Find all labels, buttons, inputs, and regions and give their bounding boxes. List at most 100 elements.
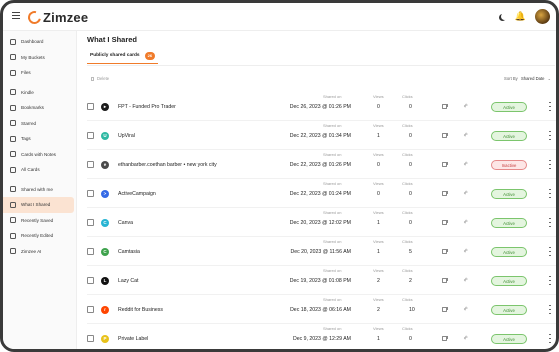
- row-checkbox[interactable]: [87, 306, 94, 313]
- sort-label: Sort By: [504, 76, 518, 81]
- open-external-icon[interactable]: [442, 103, 448, 109]
- sidebar-item-my-buckets[interactable]: My Buckets: [3, 50, 74, 66]
- open-external-icon[interactable]: [442, 219, 448, 225]
- views-value: 1: [377, 249, 380, 255]
- more-options-icon[interactable]: [547, 246, 553, 257]
- favicon-icon: r: [101, 305, 109, 314]
- status-toggle[interactable]: Inactive: [491, 160, 527, 170]
- row-checkbox[interactable]: [87, 161, 94, 168]
- sidebar-item-label: All Cards: [21, 167, 40, 173]
- card-title[interactable]: ActiveCampaign: [118, 191, 156, 197]
- more-options-icon[interactable]: [547, 217, 553, 228]
- sidebar-item-starred[interactable]: Starred: [3, 116, 74, 132]
- clicks-value: 2: [409, 278, 412, 284]
- open-external-icon[interactable]: [442, 306, 448, 312]
- table-row[interactable]: P Private Label Shared on Dec 9, 2023 @ 12:…: [87, 323, 556, 349]
- row-checkbox[interactable]: [87, 248, 94, 255]
- copy-link-icon[interactable]: ∞: [463, 160, 470, 167]
- sidebar-item-recently-saved[interactable]: Recently Saved: [3, 213, 74, 229]
- copy-link-icon[interactable]: ∞: [463, 305, 470, 312]
- views-label: Views: [373, 123, 384, 128]
- open-external-icon[interactable]: [442, 335, 448, 341]
- card-title[interactable]: Reddit for Business: [118, 307, 163, 313]
- sidebar-item-bookmarks[interactable]: Bookmarks: [3, 100, 74, 116]
- clicks-label: Clicks: [402, 181, 413, 186]
- row-checkbox[interactable]: [87, 132, 94, 139]
- more-options-icon[interactable]: [547, 159, 553, 170]
- more-options-icon[interactable]: [547, 304, 553, 315]
- row-checkbox[interactable]: [87, 190, 94, 197]
- open-external-icon[interactable]: [442, 277, 448, 283]
- shared-on-label: Shared on: [323, 239, 342, 244]
- table-row[interactable]: r Reddit for Business Shared on Dec 18, 202…: [87, 294, 556, 323]
- sidebar-item-cards-with-notes[interactable]: Cards with Notes: [3, 147, 74, 163]
- more-options-icon[interactable]: [547, 130, 553, 141]
- status-toggle[interactable]: Active: [491, 276, 527, 286]
- card-title[interactable]: FPT - Funded Pro Trader: [118, 104, 176, 110]
- row-checkbox[interactable]: [87, 277, 94, 284]
- copy-link-icon[interactable]: ∞: [463, 334, 470, 341]
- table-row[interactable]: U UpViral Shared on Dec 22, 2023 @ 01:34 PM…: [87, 120, 556, 149]
- sidebar-item-what-i-shared[interactable]: What I Shared: [3, 197, 74, 213]
- copy-link-icon[interactable]: ∞: [463, 102, 470, 109]
- status-toggle[interactable]: Active: [491, 102, 527, 112]
- card-title[interactable]: Canva: [118, 220, 133, 226]
- more-options-icon[interactable]: [547, 333, 553, 344]
- status-toggle[interactable]: Active: [491, 247, 527, 257]
- status-toggle[interactable]: Active: [491, 334, 527, 344]
- status-toggle[interactable]: Active: [491, 131, 527, 141]
- open-external-icon[interactable]: [442, 161, 448, 167]
- status-toggle[interactable]: Active: [491, 218, 527, 228]
- open-external-icon[interactable]: [442, 248, 448, 254]
- card-title[interactable]: Private Label: [118, 336, 148, 342]
- copy-link-icon[interactable]: ∞: [463, 247, 470, 254]
- sidebar-item-files[interactable]: Files: [3, 65, 74, 81]
- divider: [87, 65, 555, 66]
- notification-bell-icon[interactable]: 🔔: [515, 12, 526, 21]
- card-title[interactable]: Lazy Cat: [118, 278, 138, 284]
- table-row[interactable]: > ActiveCampaign Shared on Dec 22, 2023 @ 0…: [87, 178, 556, 207]
- copy-link-icon[interactable]: ∞: [463, 189, 470, 196]
- app-logo[interactable]: Zimzee: [25, 8, 88, 27]
- sort-dropdown[interactable]: Sort By Shared Date ⌄: [504, 76, 551, 81]
- status-toggle[interactable]: Active: [491, 189, 527, 199]
- dark-mode-icon[interactable]: [501, 13, 508, 20]
- sidebar-item-recently-edited[interactable]: Recently Edited: [3, 228, 74, 244]
- more-options-icon[interactable]: [547, 188, 553, 199]
- shared-on-value: Dec 9, 2023 @ 12:29 AM: [292, 336, 351, 342]
- sidebar-item-zimzee-ai[interactable]: Zimzee AI: [3, 244, 74, 260]
- edit-icon: [10, 232, 16, 239]
- menu-icon[interactable]: [12, 12, 20, 19]
- sidebar-item-label: Recently Edited: [21, 233, 54, 239]
- sidebar-item-shared-with-me[interactable]: Shared with me: [3, 182, 74, 198]
- delete-button[interactable]: Delete: [91, 76, 109, 81]
- status-toggle[interactable]: Active: [491, 305, 527, 315]
- sidebar-item-kindle[interactable]: Kindle: [3, 85, 74, 101]
- table-row[interactable]: C Canva Shared on Dec 20, 2023 @ 12:02 PM Vi…: [87, 207, 556, 236]
- open-external-icon[interactable]: [442, 132, 448, 138]
- list-toolbar: Delete Sort By Shared Date ⌄: [87, 74, 555, 84]
- copy-link-icon[interactable]: ∞: [463, 218, 470, 225]
- user-avatar[interactable]: [535, 9, 550, 24]
- more-options-icon[interactable]: [547, 275, 553, 286]
- copy-link-icon[interactable]: ∞: [463, 131, 470, 138]
- card-title[interactable]: Camtasia: [118, 249, 140, 255]
- sidebar-item-all-cards[interactable]: All Cards: [3, 162, 74, 178]
- tab-publicly-shared-cards[interactable]: Publicly shared cards 26: [87, 50, 159, 64]
- table-row[interactable]: L Lazy Cat Shared on Dec 19, 2023 @ 01:08 P…: [87, 265, 556, 294]
- card-title[interactable]: UpViral: [118, 133, 135, 139]
- copy-link-icon[interactable]: ∞: [463, 276, 470, 283]
- row-checkbox[interactable]: [87, 219, 94, 226]
- row-checkbox[interactable]: [87, 335, 94, 342]
- table-row[interactable]: e ethanbarber.coethan barber • new york c…: [87, 149, 556, 178]
- row-checkbox[interactable]: [87, 103, 94, 110]
- more-options-icon[interactable]: [547, 101, 553, 112]
- card-title[interactable]: ethanbarber.coethan barber • new york ci…: [118, 162, 217, 168]
- sidebar-item-tags[interactable]: Tags: [3, 131, 74, 147]
- open-external-icon[interactable]: [442, 190, 448, 196]
- table-row[interactable]: C Camtasia Shared on Dec 20, 2023 @ 11:56 A…: [87, 236, 556, 265]
- sidebar-item-dashboard[interactable]: Dashboard: [3, 34, 74, 50]
- share-in-icon: [10, 186, 16, 193]
- table-row[interactable]: ▸ FPT - Funded Pro Trader Shared on Dec 26,…: [87, 91, 556, 120]
